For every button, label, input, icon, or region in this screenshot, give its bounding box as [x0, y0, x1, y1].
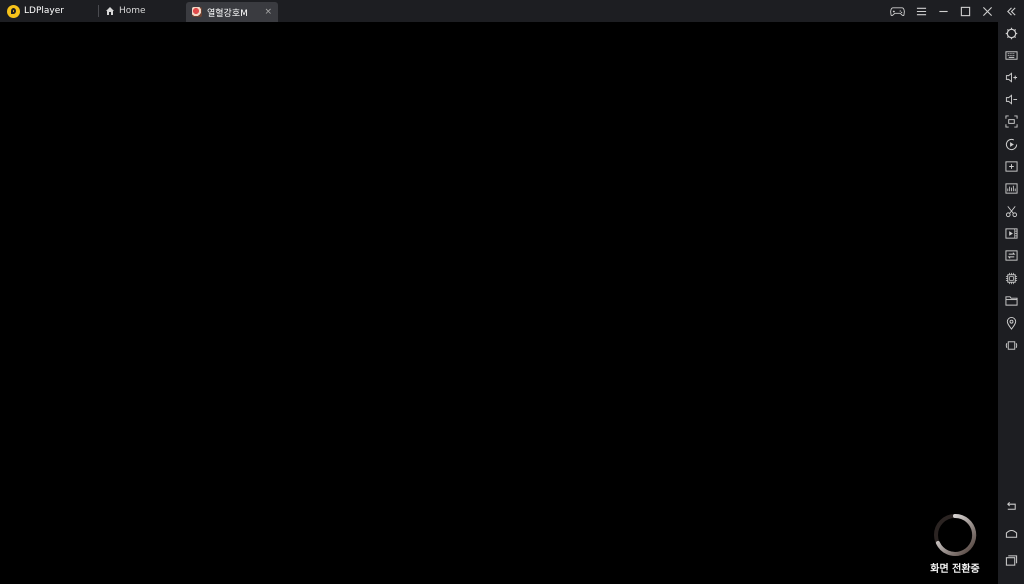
settings-icon[interactable]	[998, 23, 1024, 43]
minimize-icon[interactable]	[932, 0, 954, 22]
tab-game[interactable]: 열혈강호M ×	[186, 2, 278, 22]
keyboard-icon[interactable]	[998, 45, 1024, 65]
collapse-icon[interactable]	[998, 0, 1024, 22]
close-icon[interactable]	[976, 0, 998, 22]
tab-close-icon[interactable]: ×	[264, 7, 272, 17]
video-icon[interactable]	[998, 223, 1024, 243]
back-icon[interactable]	[998, 496, 1024, 516]
scissors-icon[interactable]	[998, 201, 1024, 221]
tab-game-label: 열혈강호M	[207, 8, 248, 19]
volume-down-icon[interactable]	[998, 89, 1024, 109]
title-bar: LDPlayer Home 열혈강호M ×	[0, 0, 1024, 22]
app-brand[interactable]: LDPlayer	[0, 0, 96, 22]
menu-icon[interactable]	[910, 0, 932, 22]
app-name: LDPlayer	[24, 6, 64, 16]
install-apk-icon[interactable]	[998, 156, 1024, 176]
ldplayer-logo-icon	[7, 4, 20, 18]
tab-home[interactable]: Home	[99, 0, 187, 22]
cpu-icon[interactable]	[998, 268, 1024, 288]
volume-up-icon[interactable]	[998, 67, 1024, 87]
tab-home-label: Home	[119, 6, 146, 16]
game-icon	[192, 7, 202, 17]
loading-indicator: 화면 전환중	[922, 512, 988, 576]
location-icon[interactable]	[998, 313, 1024, 333]
sync-icon[interactable]	[998, 245, 1024, 265]
folder-icon[interactable]	[998, 290, 1024, 310]
loading-spinner-icon	[934, 513, 977, 556]
fps-icon[interactable]	[998, 178, 1024, 198]
loading-label: 화면 전환중	[930, 564, 980, 575]
home-nav-icon[interactable]	[998, 523, 1024, 543]
record-icon[interactable]	[998, 134, 1024, 154]
maximize-icon[interactable]	[954, 0, 976, 22]
right-toolbar	[998, 22, 1024, 584]
home-icon	[106, 7, 114, 15]
rotate-icon[interactable]	[998, 335, 1024, 355]
recent-apps-icon[interactable]	[998, 550, 1024, 570]
emulator-screen[interactable]	[0, 22, 998, 584]
gamepad-icon[interactable]	[884, 0, 910, 22]
screenshot-icon[interactable]	[998, 111, 1024, 131]
